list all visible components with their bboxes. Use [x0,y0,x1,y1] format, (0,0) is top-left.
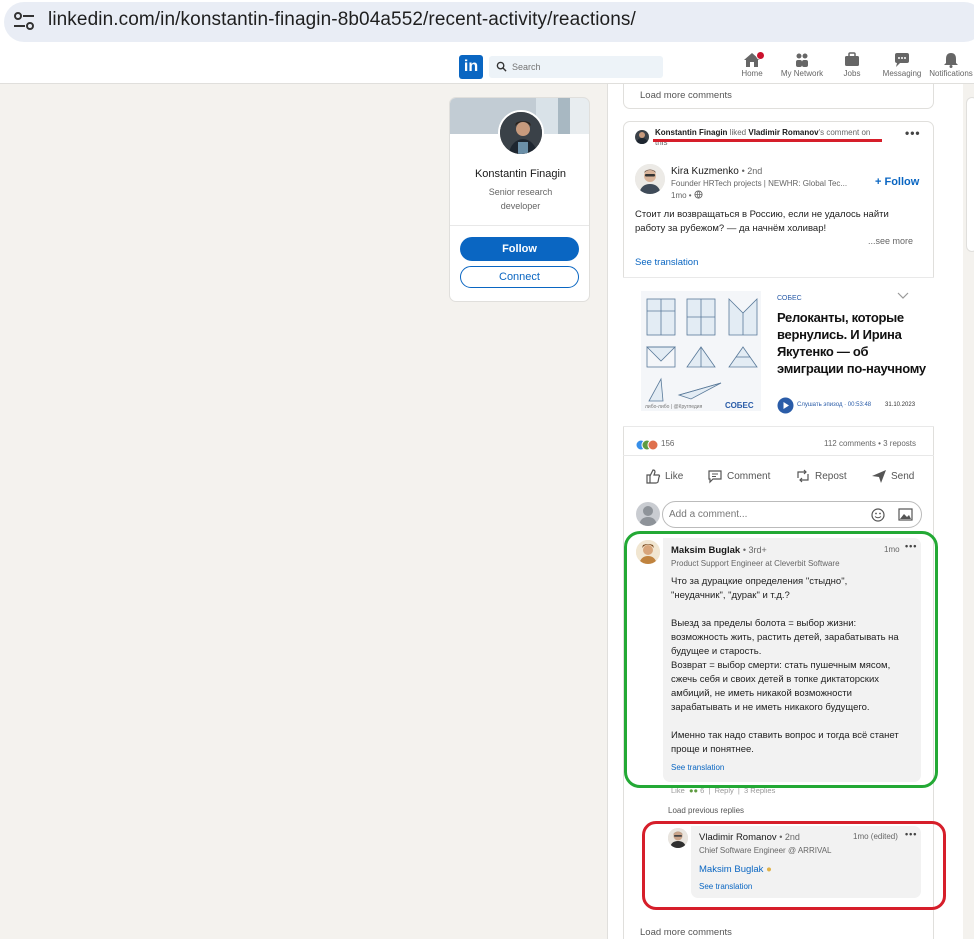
my-avatar[interactable] [636,502,660,526]
profile-avatar[interactable] [498,110,544,156]
globe-icon [694,190,703,199]
red-highlight-annotation [642,821,946,910]
media-brand-small: СОБЕС [777,295,802,302]
media-caption: либо-либо | @Кругпедия [645,404,703,410]
chevron-down-icon[interactable] [897,292,909,300]
nav-my-network[interactable]: My Network [775,52,829,82]
url-text[interactable]: linkedin.com/in/konstantin-finagin-8b04a… [48,9,636,31]
post-see-translation[interactable]: See translation [635,257,698,268]
reactions-count[interactable]: 156 [661,439,674,448]
load-previous-replies[interactable]: Load previous replies [668,806,744,815]
nav-notifications-label: Notifications [929,69,973,78]
comment-label: Comment [727,470,771,482]
post-follow-button[interactable]: + Follow [875,176,919,188]
bell-icon [944,53,958,68]
notification-badge [756,51,765,60]
activity-suffix: 's comment on [818,128,871,137]
media-thumbnail[interactable]: либо-либо | @Кругпедия СОБЕС [641,291,761,411]
red-underline-annotation [653,139,882,142]
load-more-comments-bottom[interactable]: Load more comments [640,927,732,938]
post-author-degree: • 2nd [741,166,763,176]
activity-actor[interactable]: Konstantin Finagin [655,128,727,137]
messaging-icon [895,53,909,67]
nav-home-label: Home [741,69,763,78]
divider [623,455,934,456]
comment-button[interactable]: Comment [707,466,770,486]
site-settings-icon[interactable] [12,10,36,32]
image-icon[interactable] [898,508,913,521]
profile-name[interactable]: Konstantin Finagin [450,168,589,180]
green-highlight-annotation [624,531,938,788]
search-icon [496,61,507,72]
nav-my-network-label: My Network [780,69,824,78]
linkedin-logo[interactable]: in [459,55,483,79]
repost-label: Repost [815,470,847,482]
comment-icon [708,470,722,484]
activity-header: Konstantin Finagin liked Vladimir Romano… [655,128,870,137]
post-time-text: 1mo • [671,191,692,200]
repost-button[interactable]: Repost [795,466,847,486]
post-text-line: Стоит ли возвращаться в Россию, если не … [635,209,889,220]
post-time: 1mo • [671,190,703,200]
post-author-avatar[interactable] [635,164,665,194]
connect-button[interactable]: Connect [460,266,579,288]
network-icon [796,53,808,67]
comments-reposts-count[interactable]: 112 comments • 3 reposts [824,439,916,448]
post-author-line: Kira Kuzmenko • 2nd [671,166,762,177]
nav-home[interactable]: Home [725,51,779,82]
see-more-link[interactable]: ...see more [868,236,913,246]
play-icon[interactable] [777,397,794,414]
media-brand: СОБЕС [725,401,754,410]
emoji-icon[interactable] [871,508,885,522]
post-author-headline: Founder HRTech projects | NEWHR: Global … [671,179,848,188]
like-button[interactable]: Like [645,466,683,486]
media-date: 31.10.2023 [885,402,916,408]
post-more-options-icon[interactable]: ••• [905,126,921,140]
divider [450,225,589,226]
briefcase-icon [845,52,859,66]
post-text-line: работу за рубежом? — да начнём холивар! [635,223,827,234]
nav-messaging[interactable]: Messaging [875,52,929,82]
load-more-comments-top[interactable]: Load more comments [640,90,732,101]
nav-jobs[interactable]: Jobs [825,52,879,82]
like-label: Like [665,470,684,482]
profile-card: Konstantin Finagin Senior research devel… [449,97,590,302]
media-listen[interactable]: Слушать эпизод · 00:53:48 [797,402,871,408]
activity-target[interactable]: Vladimir Romanov [748,128,818,137]
media-title[interactable]: Релоканты, которые вернулись. И Ирина Як… [777,309,927,377]
activity-verb: liked [729,128,747,137]
add-comment-placeholder: Add a comment... [669,509,748,520]
follow-button[interactable]: Follow [460,237,579,261]
nav-jobs-label: Jobs [843,69,861,78]
actor-avatar[interactable] [635,130,649,144]
send-icon [872,470,886,483]
like-icon [646,469,661,484]
send-label: Send [891,470,915,482]
right-rail-card [966,97,974,252]
post-author-name[interactable]: Kira Kuzmenko [671,166,739,177]
nav-notifications[interactable]: Notifications [924,52,974,82]
repost-icon [797,469,809,483]
search-input[interactable] [512,59,652,75]
reaction-icons[interactable] [635,438,661,451]
profile-headline: Senior research developer [488,187,553,211]
send-button[interactable]: Send [871,466,914,486]
post-text: Стоит ли возвращаться в Россию, если не … [635,208,889,236]
nav-messaging-label: Messaging [882,69,922,78]
